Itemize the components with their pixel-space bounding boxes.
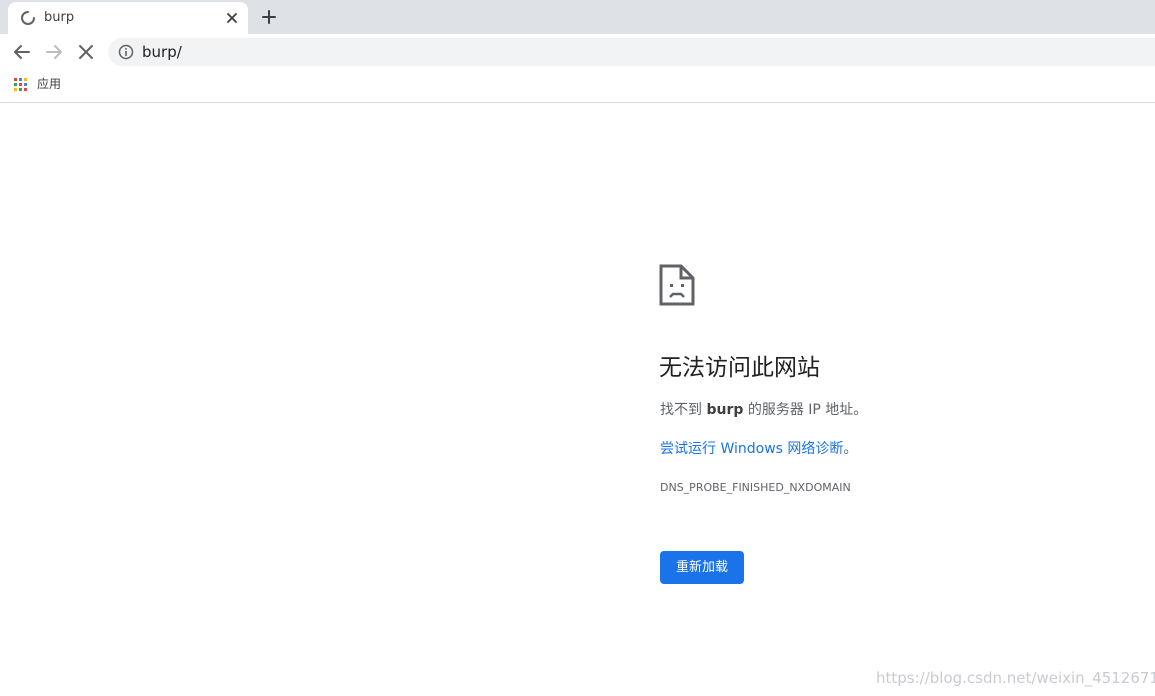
toolbar: burp/ [0, 34, 1155, 70]
arrow-left-icon[interactable] [12, 42, 32, 62]
error-desc-prefix: 找不到 [660, 402, 707, 418]
tab-strip: burp [0, 0, 1155, 34]
tab-title: burp [44, 10, 75, 25]
apps-label[interactable]: 应用 [37, 76, 61, 92]
error-title: 无法访问此网站 [659, 355, 820, 381]
stop-icon[interactable] [76, 42, 96, 62]
sad-page-icon [659, 264, 695, 306]
diag-suffix: 。 [843, 441, 858, 457]
address-bar[interactable]: burp/ [108, 38, 1155, 66]
error-desc-suffix: 的服务器 IP 地址。 [743, 402, 868, 418]
close-icon[interactable] [224, 10, 240, 26]
arrow-right-icon[interactable] [44, 42, 64, 62]
watermark: https://blog.csdn.net/weixin_45126714 [876, 669, 1155, 687]
error-code: DNS_PROBE_FINISHED_NXDOMAIN [660, 481, 851, 494]
info-icon[interactable] [118, 44, 134, 60]
plus-icon[interactable] [260, 8, 278, 26]
windows-diagnostics-link-row: 尝试运行 Windows 网络诊断。 [660, 440, 857, 458]
error-desc-host: burp [706, 402, 744, 418]
loading-spinner-icon [20, 10, 36, 26]
error-description: 找不到 burp 的服务器 IP 地址。 [660, 401, 867, 419]
tab-burp[interactable]: burp [8, 2, 248, 34]
url-text: burp/ [142, 43, 182, 61]
apps-grid-icon[interactable] [14, 77, 28, 91]
reload-button[interactable]: 重新加载 [660, 551, 744, 584]
windows-diagnostics-link[interactable]: 尝试运行 Windows 网络诊断 [660, 441, 843, 457]
bookmarks-bar: 应用 [0, 70, 1155, 103]
